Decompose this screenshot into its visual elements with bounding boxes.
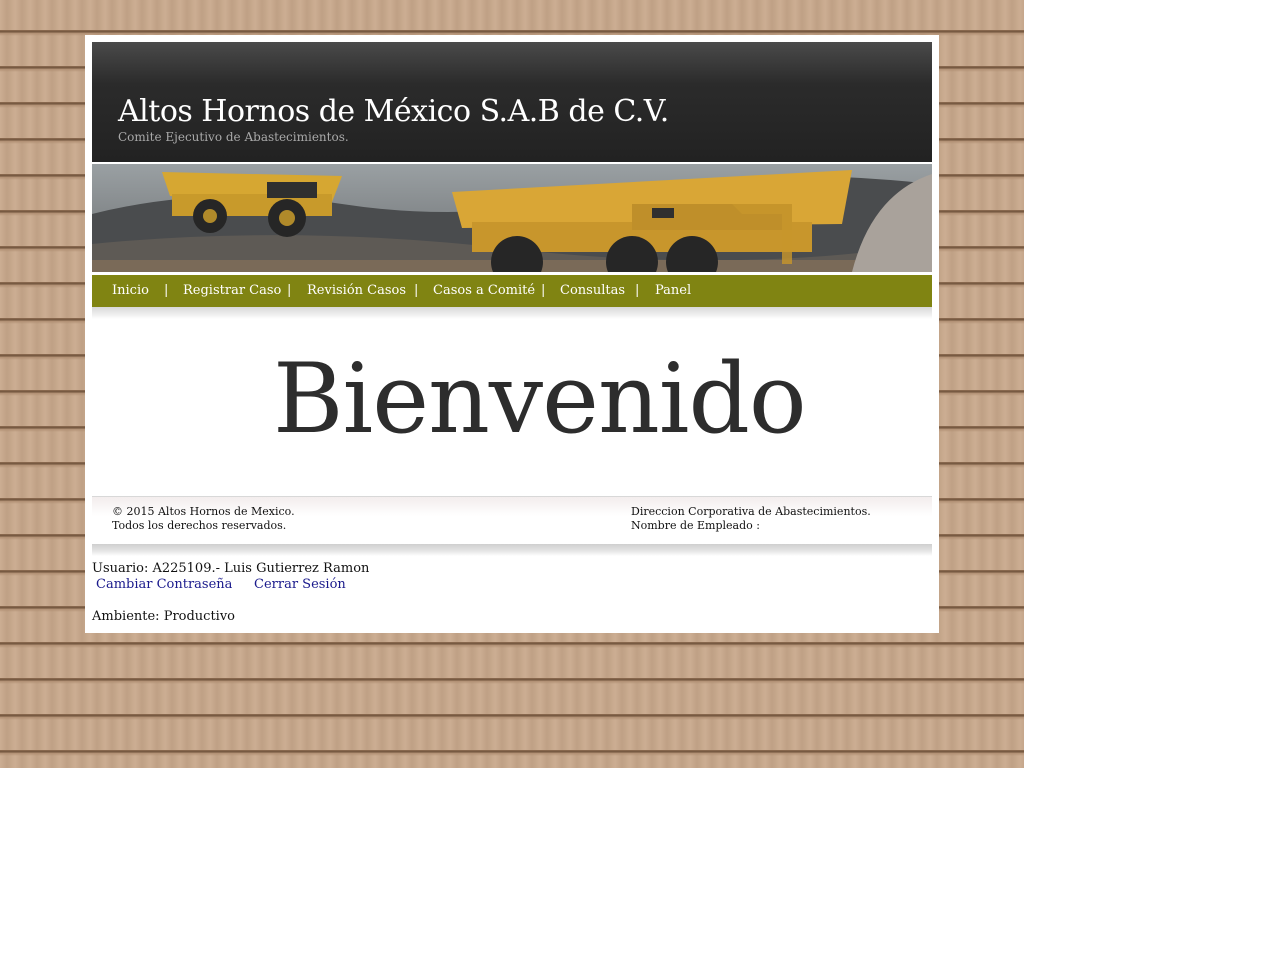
environment-label: Ambiente: Productivo [92,609,236,624]
site-title: Altos Hornos de México S.A.B de C.V. [118,94,669,129]
nav-separator: | [287,283,292,298]
copyright-text: © 2015 Altos Hornos de Mexico. [112,505,295,518]
nav-item-inicio[interactable]: Inicio [112,283,149,298]
nav-shadow [92,307,932,319]
rights-text: Todos los derechos reservados. [112,519,287,532]
footer-shadow [92,544,932,556]
mining-trucks-photo-icon [92,164,932,272]
nav-separator: | [635,283,640,298]
nav-item-revision-casos[interactable]: Revisión Casos [307,283,406,298]
nav-item-registrar-caso[interactable]: Registrar Caso [183,283,281,298]
nav-separator: | [541,283,546,298]
direccion-text: Direccion Corporativa de Abastecimientos… [631,505,871,518]
logout-link[interactable]: Cerrar Sesión [254,577,346,592]
nav-item-consultas[interactable]: Consultas [560,283,625,298]
site-subtitle: Comite Ejecutivo de Abastecimientos. [118,130,349,144]
nav-separator: | [164,283,169,298]
nav-separator: | [414,283,419,298]
page-footer: © 2015 Altos Hornos de Mexico. Todos los… [92,496,932,545]
page-container: Altos Hornos de México S.A.B de C.V. Com… [85,35,939,633]
change-password-link[interactable]: Cambiar Contraseña [96,577,232,592]
user-info: Usuario: A225109.- Luis Gutierrez Ramon [92,561,370,576]
mining-trucks-banner [92,164,932,272]
nav-item-panel[interactable]: Panel [655,283,691,298]
welcome-heading: Bienvenido [273,343,807,455]
empleado-text: Nombre de Empleado : [631,519,760,532]
site-header: Altos Hornos de México S.A.B de C.V. Com… [92,42,932,162]
main-nav: Inicio | Registrar Caso | Revisión Casos… [92,275,932,307]
nav-item-casos-a-comite[interactable]: Casos a Comité [433,283,535,298]
